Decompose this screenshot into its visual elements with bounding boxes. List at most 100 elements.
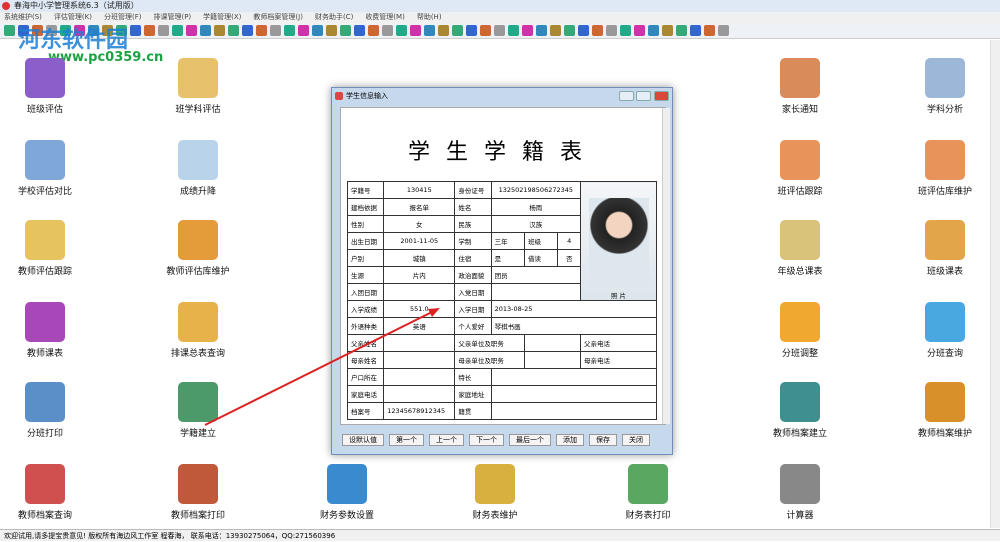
desktop-scrollbar[interactable] xyxy=(990,40,1000,528)
desktop-shortcut[interactable]: 教师档案查询 xyxy=(0,464,100,521)
desktop-shortcut[interactable]: 教师档案建立 xyxy=(745,382,855,439)
desktop-shortcut[interactable]: 教师档案维护 xyxy=(890,382,1000,439)
toolbar-button-icon[interactable] xyxy=(466,25,477,36)
dialog-button[interactable]: 关闭 xyxy=(622,434,650,446)
toolbar-button-icon[interactable] xyxy=(270,25,281,36)
toolbar-button-icon[interactable] xyxy=(718,25,729,36)
dialog-button[interactable]: 上一个 xyxy=(429,434,464,446)
toolbar-button-icon[interactable] xyxy=(186,25,197,36)
desktop-shortcut[interactable]: 教师评估跟踪 xyxy=(0,220,100,277)
desktop-shortcut[interactable]: 班级评估 xyxy=(0,58,100,115)
birth-field[interactable]: 2001-11-05 xyxy=(383,232,456,250)
score-field[interactable]: 551.0 xyxy=(383,300,456,318)
desktop-shortcut[interactable]: 学科分析 xyxy=(890,58,1000,115)
toolbar-button-icon[interactable] xyxy=(662,25,673,36)
ethnic-field[interactable]: 汉族 xyxy=(490,215,582,233)
menu-item[interactable]: 帮助(H) xyxy=(417,12,442,23)
toolbar-button-icon[interactable] xyxy=(312,25,323,36)
dialog-button[interactable]: 最后一个 xyxy=(509,434,551,446)
toolbar-button-icon[interactable] xyxy=(508,25,519,36)
toolbar-button-icon[interactable] xyxy=(648,25,659,36)
desktop-shortcut[interactable]: 财务参数设置 xyxy=(292,464,402,521)
toolbar-button-icon[interactable] xyxy=(620,25,631,36)
close-window-button[interactable] xyxy=(654,91,669,101)
basis-field[interactable]: 报名单 xyxy=(383,198,456,216)
toolbar-button-icon[interactable] xyxy=(536,25,547,36)
dialog-button[interactable]: 第一个 xyxy=(389,434,424,446)
political-field[interactable]: 团员 xyxy=(490,266,582,284)
board-field[interactable]: 是 xyxy=(490,249,526,267)
toolbar-button-icon[interactable] xyxy=(452,25,463,36)
dialog-button[interactable]: 保存 xyxy=(589,434,617,446)
toolbar-button-icon[interactable] xyxy=(326,25,337,36)
minimize-button[interactable] xyxy=(619,91,634,101)
desktop-shortcut[interactable]: 分班查询 xyxy=(890,302,1000,359)
desktop-shortcut[interactable]: 教师档案打印 xyxy=(143,464,253,521)
toolbar-button-icon[interactable] xyxy=(242,25,253,36)
toolbar-button-icon[interactable] xyxy=(550,25,561,36)
toolbar-button-icon[interactable] xyxy=(214,25,225,36)
dialog-button[interactable]: 设默认值 xyxy=(342,434,384,446)
hukou-field[interactable]: 城镇 xyxy=(383,249,456,267)
address-field[interactable] xyxy=(490,385,658,403)
toolbar-button-icon[interactable] xyxy=(396,25,407,36)
desktop-shortcut[interactable]: 分班调整 xyxy=(745,302,855,359)
toolbar-button-icon[interactable] xyxy=(298,25,309,36)
dialog-button[interactable]: 下一个 xyxy=(469,434,504,446)
hobby-field[interactable]: 琴棋书画 xyxy=(490,317,658,335)
desktop-shortcut[interactable]: 财务表打印 xyxy=(593,464,703,521)
toolbar-button-icon[interactable] xyxy=(382,25,393,36)
toolbar-button-icon[interactable] xyxy=(284,25,295,36)
toolbar-button-icon[interactable] xyxy=(158,25,169,36)
toolbar-button-icon[interactable] xyxy=(634,25,645,36)
toolbar-button-icon[interactable] xyxy=(424,25,435,36)
home-tel-field[interactable] xyxy=(383,385,456,403)
desktop-shortcut[interactable]: 学校评估对比 xyxy=(0,140,100,197)
desktop-shortcut[interactable]: 成绩升降 xyxy=(143,140,253,197)
desktop-shortcut[interactable]: 班评估库维护 xyxy=(890,140,1000,197)
menu-item[interactable]: 学籍管理(X) xyxy=(203,12,241,23)
talent-field[interactable] xyxy=(490,368,658,386)
toolbar-button-icon[interactable] xyxy=(480,25,491,36)
transfer-field[interactable]: 否 xyxy=(557,249,581,267)
father-name-field[interactable] xyxy=(383,334,456,352)
father-work-field[interactable] xyxy=(524,334,581,352)
maximize-button[interactable] xyxy=(636,91,651,101)
gender-field[interactable]: 女 xyxy=(383,215,456,233)
class-field[interactable]: 4 xyxy=(557,232,581,250)
desktop-shortcut[interactable]: 排课总表查询 xyxy=(143,302,253,359)
party-date-field[interactable] xyxy=(490,283,582,301)
file-number-field[interactable]: 12345678912345 xyxy=(383,402,456,420)
league-date-field[interactable] xyxy=(383,283,456,301)
toolbar-button-icon[interactable] xyxy=(410,25,421,36)
toolbar-button-icon[interactable] xyxy=(438,25,449,36)
toolbar-button-icon[interactable] xyxy=(606,25,617,36)
toolbar-button-icon[interactable] xyxy=(690,25,701,36)
toolbar-button-icon[interactable] xyxy=(704,25,715,36)
toolbar-button-icon[interactable] xyxy=(592,25,603,36)
toolbar-button-icon[interactable] xyxy=(256,25,267,36)
language-field[interactable]: 英语 xyxy=(383,317,456,335)
desktop-shortcut[interactable]: 年级总课表 xyxy=(745,220,855,277)
residence-field[interactable] xyxy=(383,368,456,386)
menu-item[interactable]: 教师档案管理(J) xyxy=(253,12,303,23)
toolbar-button-icon[interactable] xyxy=(676,25,687,36)
enroll-date-field[interactable]: 2013-08-25 xyxy=(490,300,658,318)
toolbar-button-icon[interactable] xyxy=(564,25,575,36)
system-field[interactable]: 三年 xyxy=(490,232,526,250)
name-field[interactable]: 杨雨 xyxy=(490,198,582,216)
toolbar-button-icon[interactable] xyxy=(354,25,365,36)
toolbar-button-icon[interactable] xyxy=(494,25,505,36)
source-field[interactable]: 片内 xyxy=(383,266,456,284)
native-place-field[interactable] xyxy=(490,402,658,420)
desktop-shortcut[interactable]: 家长通知 xyxy=(745,58,855,115)
toolbar-button-icon[interactable] xyxy=(340,25,351,36)
desktop-shortcut[interactable]: 班学科评估 xyxy=(143,58,253,115)
photo-cell[interactable]: 照 片 xyxy=(580,181,657,301)
desktop-shortcut[interactable]: 班评估跟踪 xyxy=(745,140,855,197)
menu-item[interactable]: 排课管理(P) xyxy=(153,12,191,23)
desktop-shortcut[interactable]: 学籍建立 xyxy=(143,382,253,439)
idcard-field[interactable]: 132502198506272345 xyxy=(490,181,582,199)
desktop-shortcut[interactable]: 分班打印 xyxy=(0,382,100,439)
desktop-shortcut[interactable]: 财务表维护 xyxy=(440,464,550,521)
